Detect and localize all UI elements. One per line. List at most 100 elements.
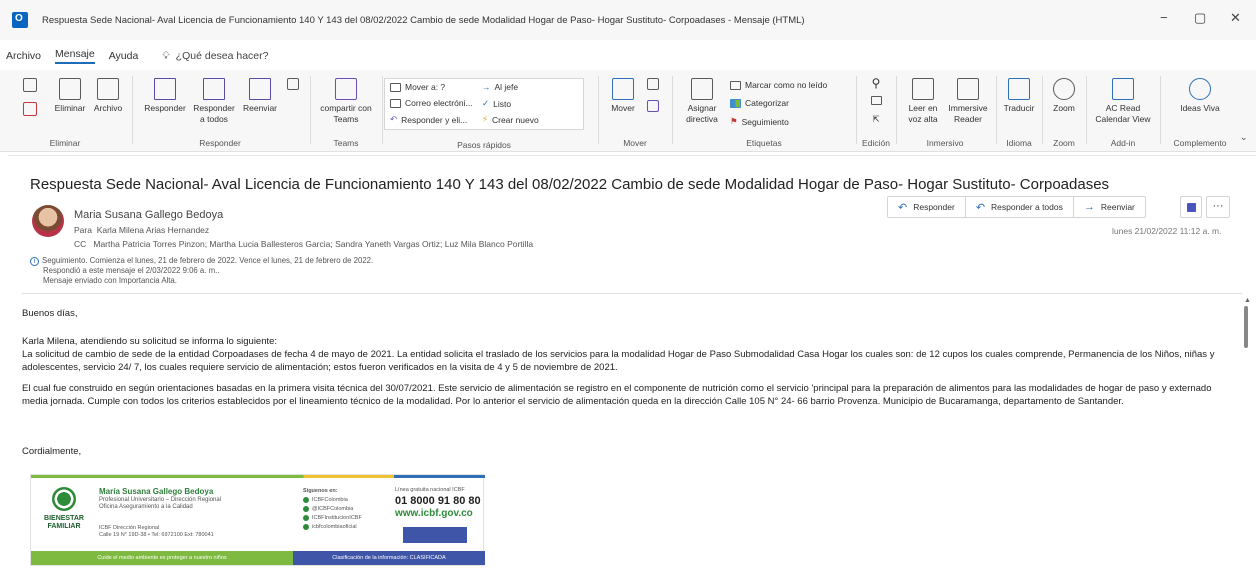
ac-read-button[interactable]: AC Read Calendar View <box>1090 78 1156 125</box>
signature-footer-left: Cuide el medio ambiente es proteger a nu… <box>31 551 293 565</box>
signature-social: Síguenos en: ICBFColombia @ICBFColombia … <box>303 487 362 532</box>
onenote-icon <box>647 100 659 112</box>
translate-icon <box>1008 78 1030 100</box>
group-label-inmersivo: Inmersivo <box>926 138 964 148</box>
close-button[interactable]: ✕ <box>1230 10 1241 26</box>
reply-icon <box>154 78 176 100</box>
mark-unread-button[interactable]: Marcar como no leído <box>730 80 827 90</box>
more-respond-button[interactable] <box>284 78 302 93</box>
hotline-phone: 01 8000 91 80 80 <box>395 495 481 507</box>
arrow-right-icon: → <box>482 82 491 92</box>
teams-icon <box>335 78 357 100</box>
read-aloud-button[interactable]: Leer en voz alta <box>902 78 944 125</box>
collapse-ribbon-icon[interactable]: ⌄ <box>1240 132 1248 143</box>
to-recipient[interactable]: Karla Milena Arias Hernandez <box>97 225 209 235</box>
rules-button[interactable] <box>644 78 662 93</box>
quick-reply-delete[interactable]: ↶ Responder y eli... <box>390 114 467 125</box>
forward-label: Reenviar <box>242 103 278 113</box>
group-zoom: Zoom Zoom <box>1044 74 1084 150</box>
ribbon-divider <box>310 76 311 144</box>
more-actions-button[interactable]: ··· <box>1206 196 1230 218</box>
group-idioma: Traducir Idioma <box>998 74 1040 150</box>
menu-ayuda[interactable]: Ayuda <box>109 50 139 62</box>
reply-action[interactable]: ↶ Responder <box>888 197 966 217</box>
social-youtube[interactable]: ICBFInstitucionICBF <box>312 515 362 521</box>
signature-name: María Susana Gallego Bedoya <box>99 487 214 496</box>
delete-button[interactable]: Eliminar <box>52 78 88 114</box>
related-button[interactable] <box>866 96 886 108</box>
translate-label: Traducir <box>1003 103 1035 113</box>
pointer-icon: ⇱ <box>872 114 880 124</box>
reply-action-label: Responder <box>913 202 955 212</box>
immersive-reader-label: Immersive Reader <box>948 103 988 124</box>
body-p2: La solicitud de cambio de sede de la ent… <box>22 349 1215 373</box>
icbf-logo-text: BIENESTAR FAMILIAR <box>44 515 84 530</box>
archive-button[interactable]: Archivo <box>90 78 126 114</box>
message-actions: ↶ Responder ↶ Responder a todos → Reenviar <box>887 196 1146 218</box>
menu-archivo[interactable]: Archivo <box>6 50 41 62</box>
info-importance: Mensaje enviado con Importancia Alta. <box>43 276 177 285</box>
group-label-idioma: Idioma <box>1006 138 1032 148</box>
followup-label: Seguimiento <box>741 116 789 127</box>
followup-button[interactable]: ⚑ Seguimiento <box>730 116 789 127</box>
move-button[interactable]: Mover <box>606 78 640 114</box>
forward-button[interactable]: Reenviar <box>240 78 280 114</box>
ignore-button[interactable] <box>20 78 40 95</box>
social-instagram[interactable]: icbfcolombiaoficial <box>312 524 357 530</box>
select-button[interactable]: ⇱ <box>866 114 886 125</box>
assign-policy-button[interactable]: Asignar directiva <box>680 78 724 125</box>
find-button[interactable]: ⚲ <box>866 77 886 90</box>
quick-email[interactable]: Correo electróni... <box>390 98 473 108</box>
translate-button[interactable]: Traducir <box>1000 78 1038 114</box>
message-pane: Respuesta Sede Nacional- Aval Licencia d… <box>8 155 1256 572</box>
social-twitter[interactable]: @ICBFColombia <box>312 506 353 512</box>
quick-move-to[interactable]: Mover a: ? <box>390 82 445 92</box>
outlook-icon <box>12 12 28 28</box>
reply-all-button[interactable]: Responder a todos <box>190 78 238 125</box>
reply-button[interactable]: Responder <box>144 78 186 114</box>
forward-icon <box>249 78 271 100</box>
ac-read-label: AC Read Calendar View <box>1095 103 1151 124</box>
quick-to-boss[interactable]: → Al jefe <box>482 82 518 92</box>
reply-all-action-label: Responder a todos <box>991 202 1063 212</box>
reply-all-action[interactable]: ↶ Responder a todos <box>966 197 1074 217</box>
group-responder: Responder Responder a todos Reenviar Res… <box>134 74 306 150</box>
categorize-label: Categorizar <box>745 98 789 108</box>
delete-label: Eliminar <box>54 103 86 113</box>
cc-recipients[interactable]: Martha Patricia Torres Pinzon; Martha Lu… <box>93 239 533 249</box>
related-icon <box>870 96 882 105</box>
quick-create-new[interactable]: ⚡︎ Crear nuevo <box>482 114 539 125</box>
mail-icon <box>390 98 401 108</box>
forward-action[interactable]: → Reenviar <box>1074 197 1145 217</box>
sender-name[interactable]: Maria Susana Gallego Bedoya <box>74 209 223 221</box>
avatar <box>32 205 64 237</box>
restore-button[interactable]: ▢ <box>1194 10 1206 26</box>
title-bar: Respuesta Sede Nacional- Aval Licencia d… <box>0 0 1256 40</box>
signature-role-line2: Oficina Aseguramiento a la Calidad <box>99 504 193 510</box>
to-label: Para <box>74 225 92 235</box>
group-mover: Mover Mover <box>600 74 670 150</box>
check-icon: ✓ <box>482 98 490 108</box>
ribbon-divider <box>896 76 897 144</box>
social-facebook[interactable]: ICBFColombia <box>312 497 348 503</box>
quick-done[interactable]: ✓ Listo <box>482 98 511 109</box>
scroll-up-icon[interactable]: ▲ <box>1244 297 1251 304</box>
junk-button[interactable] <box>20 102 40 119</box>
share-teams-button[interactable]: compartir con Teams <box>320 78 372 125</box>
header-divider <box>22 293 1242 294</box>
group-label-mover: Mover <box>623 138 647 148</box>
reply-arrow-icon: ↶ <box>898 201 908 214</box>
ideas-icon <box>1189 78 1211 100</box>
categorize-button[interactable]: Categorizar <box>730 98 789 108</box>
scrollbar-thumb[interactable] <box>1244 306 1248 348</box>
minimize-button[interactable]: − <box>1160 10 1168 25</box>
immersive-reader-button[interactable]: Immersive Reader <box>946 78 990 125</box>
menu-mensaje[interactable]: Mensaje <box>55 48 95 64</box>
website-link[interactable]: www.icbf.gov.co <box>395 508 473 519</box>
zoom-button[interactable]: Zoom <box>1046 78 1082 114</box>
tell-me-search[interactable]: 💡︎ ¿Qué desea hacer? <box>162 50 268 63</box>
onenote-button[interactable] <box>644 100 662 115</box>
ribbon-divider <box>996 76 997 144</box>
teams-action-icon[interactable] <box>1180 196 1202 218</box>
ideas-viva-button[interactable]: Ideas Viva <box>1172 78 1228 114</box>
